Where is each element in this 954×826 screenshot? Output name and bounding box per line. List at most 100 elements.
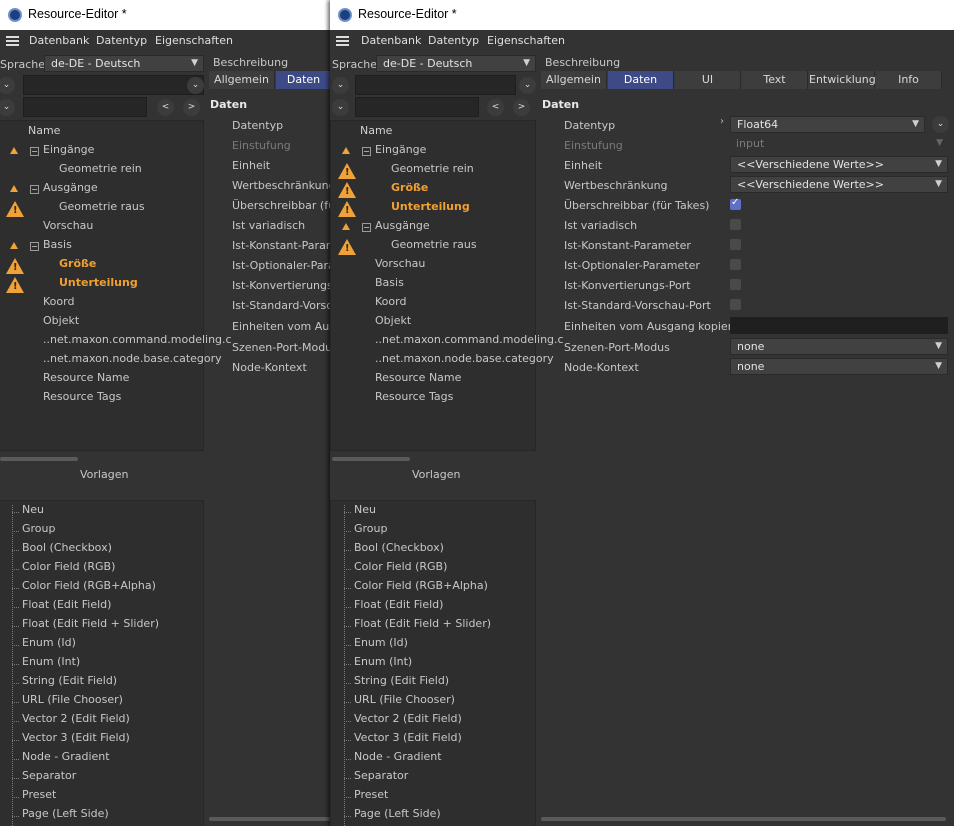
tree-row[interactable]: Resource Name — [43, 371, 129, 390]
template-item[interactable]: Neu — [22, 503, 44, 522]
expand-arrow-icon[interactable]: › — [720, 116, 724, 127]
tree-row[interactable]: Objekt — [43, 314, 79, 333]
menu-datentyp[interactable]: Datentyp — [428, 34, 479, 47]
einheiten-kopieren-field[interactable] — [730, 317, 948, 334]
template-item[interactable]: Vector 2 (Edit Field) — [22, 712, 130, 731]
template-item[interactable]: Group — [22, 522, 56, 541]
menu-datenbank[interactable]: Datenbank — [361, 34, 421, 47]
tree-row[interactable]: Eingänge — [375, 143, 426, 162]
template-item[interactable]: Vector 3 (Edit Field) — [354, 731, 462, 750]
datentyp-select[interactable]: Float64 ▼ — [730, 116, 925, 133]
back-arrow-icon[interactable]: < — [157, 99, 174, 116]
node-kontext-select[interactable]: none ▼ — [730, 358, 948, 375]
forward-arrow-icon[interactable]: > — [183, 99, 200, 116]
template-item[interactable]: Color Field (RGB) — [22, 560, 115, 579]
konstant-checkbox[interactable] — [730, 239, 741, 250]
template-item[interactable]: Color Field (RGB+Alpha) — [22, 579, 156, 598]
template-item[interactable]: Node - Gradient — [22, 750, 110, 769]
tab-daten[interactable]: Daten — [276, 71, 332, 89]
vorschau-checkbox[interactable] — [730, 299, 741, 310]
tab-allgemein[interactable]: Allgemein — [209, 71, 275, 89]
optional-checkbox[interactable] — [730, 259, 741, 270]
template-item[interactable]: Bool (Checkbox) — [354, 541, 444, 560]
search-dropdown-icon[interactable]: ⌄ — [519, 77, 536, 94]
template-item[interactable]: Float (Edit Field + Slider) — [22, 617, 159, 636]
tree-row[interactable]: Geometrie raus — [59, 200, 145, 219]
tree-row[interactable]: Objekt — [375, 314, 411, 333]
filter-dropdown-icon[interactable]: ⌄ — [0, 77, 15, 94]
template-item[interactable]: Separator — [22, 769, 76, 788]
collapse-toggle-icon[interactable]: − — [30, 147, 39, 156]
tree-row[interactable]: Geometrie raus — [391, 238, 477, 257]
forward-arrow-icon[interactable]: > — [513, 99, 530, 116]
tree-row[interactable]: Größe — [59, 257, 96, 276]
tree-row[interactable]: Resource Tags — [375, 390, 453, 409]
tree-row[interactable]: ..net.maxon.command.modeling.c — [375, 333, 564, 352]
menu-datenbank[interactable]: Datenbank — [29, 34, 89, 47]
hamburger-menu-icon[interactable] — [6, 36, 19, 46]
template-item[interactable]: Float (Edit Field) — [22, 598, 111, 617]
options-dropdown-icon[interactable]: ⌄ — [332, 99, 349, 116]
tree-row[interactable]: Unterteilung — [391, 200, 470, 219]
template-item[interactable]: Float (Edit Field + Slider) — [354, 617, 491, 636]
szenen-port-select[interactable]: none ▼ — [730, 338, 948, 355]
tree-row[interactable]: Vorschau — [43, 219, 93, 238]
template-item[interactable]: Enum (Id) — [22, 636, 76, 655]
wertbeschraenkung-select[interactable]: <<Verschiedene Werte>> ▼ — [730, 176, 948, 193]
tab-allgemein[interactable]: Allgemein — [541, 71, 607, 89]
filter-dropdown-icon[interactable]: ⌄ — [332, 77, 349, 94]
template-item[interactable]: Vector 2 (Edit Field) — [354, 712, 462, 731]
search-field[interactable] — [23, 75, 204, 95]
template-item[interactable]: Separator — [354, 769, 408, 788]
tab-entwicklung[interactable]: Entwicklung — [809, 71, 876, 89]
tree-row[interactable]: Basis — [375, 276, 404, 295]
template-item[interactable]: Page (Left Side) — [354, 807, 441, 826]
path-field[interactable] — [23, 97, 147, 117]
template-item[interactable]: Vector 3 (Edit Field) — [22, 731, 130, 750]
search-field[interactable] — [355, 75, 516, 95]
tree-row[interactable]: Vorschau — [375, 257, 425, 276]
template-item[interactable]: String (Edit Field) — [354, 674, 449, 693]
template-item[interactable]: Enum (Id) — [354, 636, 408, 655]
template-item[interactable]: Enum (Int) — [22, 655, 80, 674]
collapse-toggle-icon[interactable]: − — [362, 223, 371, 232]
menu-datentyp[interactable]: Datentyp — [96, 34, 147, 47]
tree-row[interactable]: ..net.maxon.node.base.category — [375, 352, 554, 371]
template-item[interactable]: URL (File Chooser) — [354, 693, 455, 712]
template-item[interactable]: Group — [354, 522, 388, 541]
tree-row[interactable]: Koord — [43, 295, 74, 314]
template-item[interactable]: Page (Left Side) — [22, 807, 109, 826]
tree-row[interactable]: Geometrie rein — [391, 162, 474, 181]
template-item[interactable]: Color Field (RGB+Alpha) — [354, 579, 488, 598]
options-dropdown-icon[interactable]: ⌄ — [0, 99, 15, 116]
ueberschreibbar-checkbox[interactable] — [730, 197, 741, 210]
tab-daten[interactable]: Daten — [608, 71, 674, 89]
language-select[interactable]: de-DE - Deutsch ▼ — [44, 55, 204, 72]
menu-eigenschaften[interactable]: Eigenschaften — [487, 34, 565, 47]
language-select[interactable]: de-DE - Deutsch ▼ — [376, 55, 536, 72]
konvertierung-checkbox[interactable] — [730, 279, 741, 290]
tree-row[interactable]: Resource Name — [375, 371, 461, 390]
tab-info[interactable]: Info — [876, 71, 942, 89]
search-dropdown-icon[interactable]: ⌄ — [187, 77, 204, 94]
hamburger-menu-icon[interactable] — [336, 36, 349, 46]
datentyp-options-icon[interactable]: ⌄ — [932, 116, 949, 133]
template-item[interactable]: Node - Gradient — [354, 750, 442, 769]
tree-row[interactable]: ..net.maxon.node.base.category — [43, 352, 222, 371]
collapse-toggle-icon[interactable]: − — [30, 185, 39, 194]
tab-text[interactable]: Text — [742, 71, 808, 89]
template-item[interactable]: URL (File Chooser) — [22, 693, 123, 712]
back-arrow-icon[interactable]: < — [487, 99, 504, 116]
template-item[interactable]: Neu — [354, 503, 376, 522]
props-scrollbar[interactable] — [541, 817, 946, 821]
collapse-toggle-icon[interactable]: − — [30, 242, 39, 251]
collapse-toggle-icon[interactable]: − — [362, 147, 371, 156]
tree-row[interactable]: Größe — [391, 181, 428, 200]
template-item[interactable]: Preset — [354, 788, 388, 807]
tree-row[interactable]: ..net.maxon.command.modeling.c — [43, 333, 232, 352]
props-scrollbar[interactable] — [209, 817, 332, 821]
tab-ui[interactable]: UI — [675, 71, 741, 89]
template-item[interactable]: Color Field (RGB) — [354, 560, 447, 579]
tree-row[interactable]: Eingänge — [43, 143, 94, 162]
variadisch-checkbox[interactable] — [730, 219, 741, 230]
